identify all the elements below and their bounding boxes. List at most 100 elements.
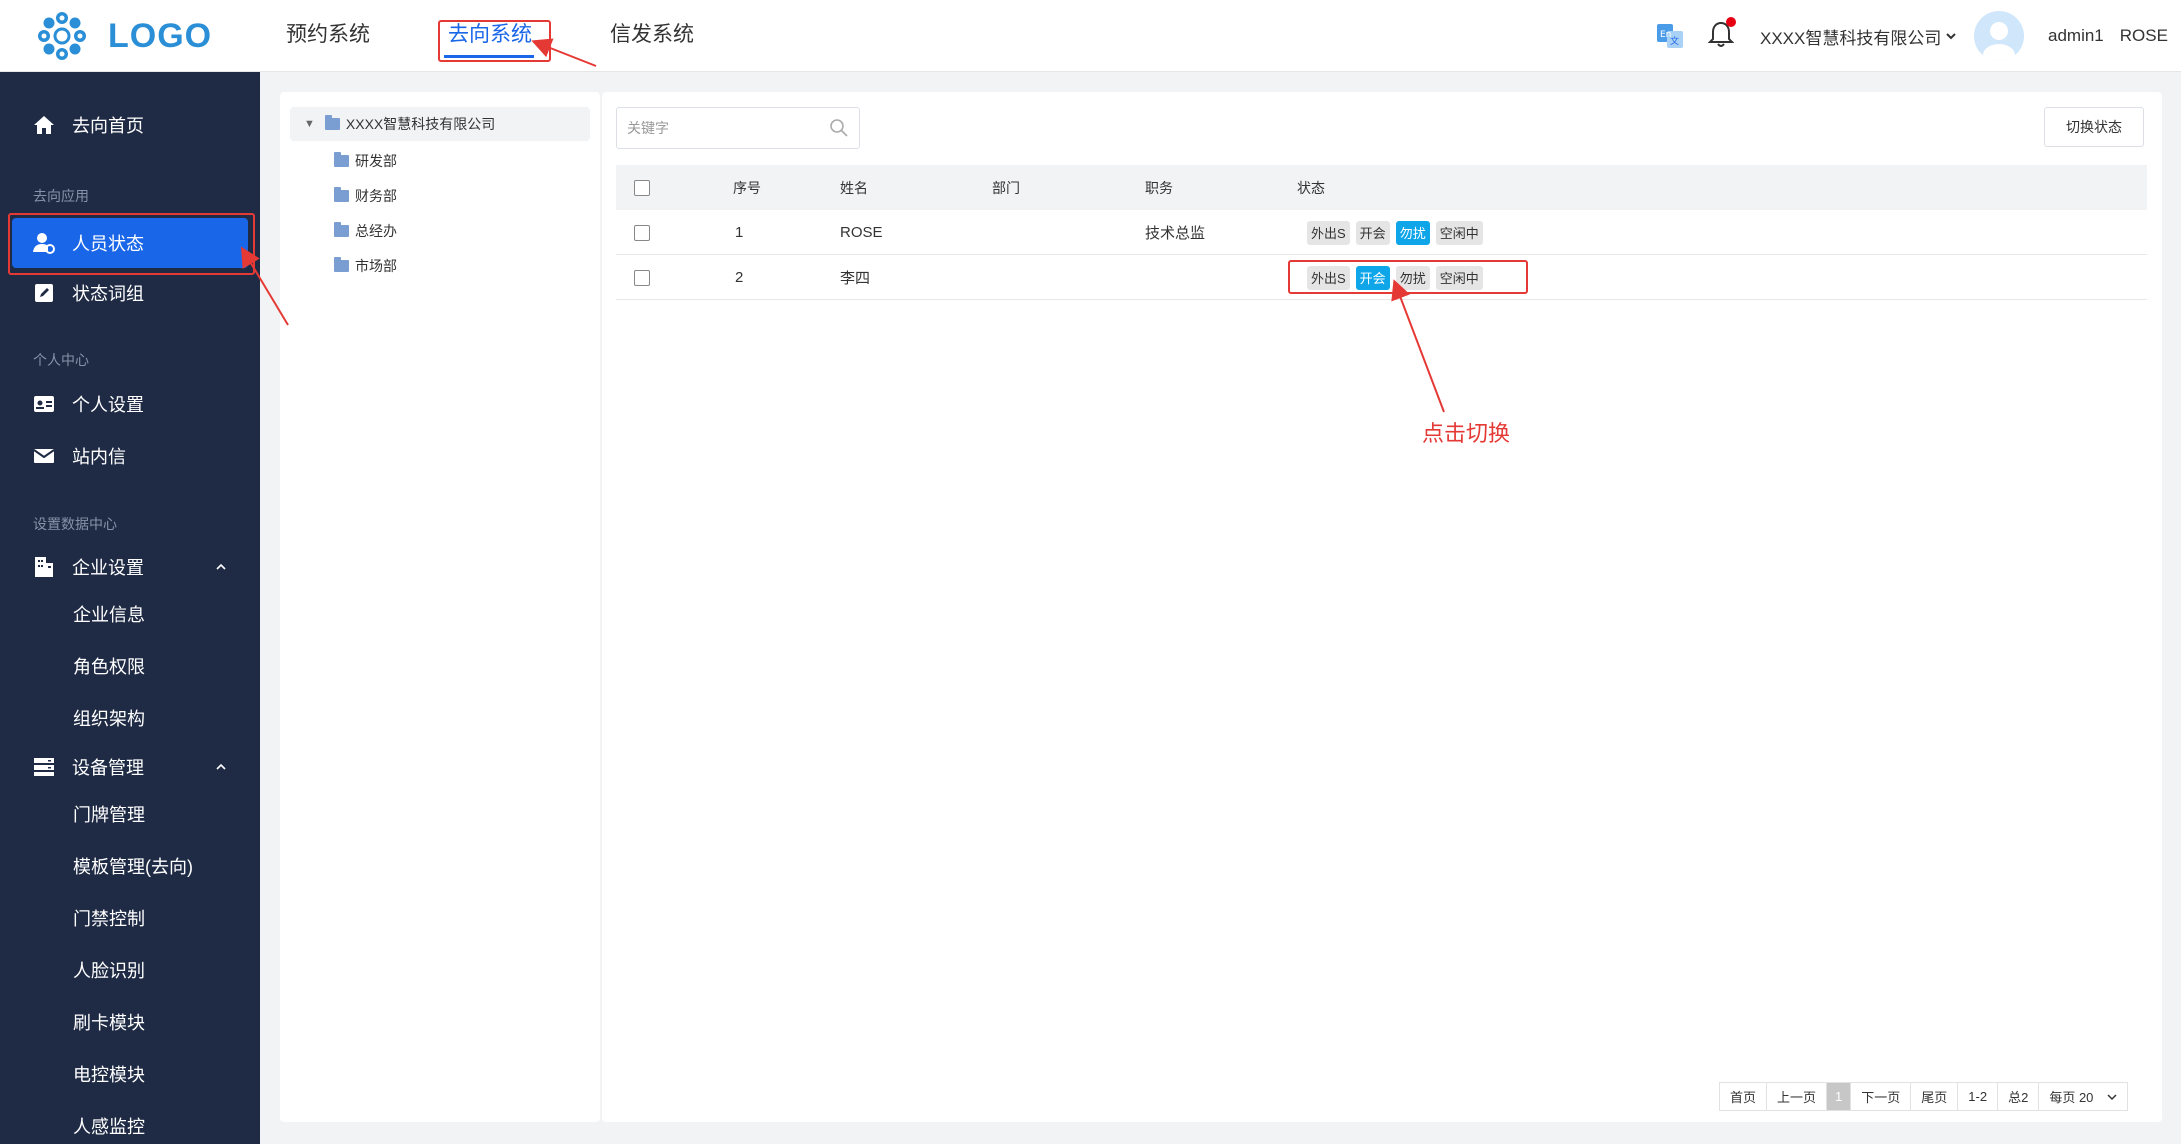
col-name: 姓名	[840, 179, 868, 196]
sidebar-group-app: 去向应用	[33, 188, 89, 204]
row-checkbox[interactable]	[634, 269, 650, 286]
bell-icon	[1707, 16, 1736, 53]
sidebar-item-person-status[interactable]: 人员状态	[12, 218, 248, 268]
row-index: 1	[735, 224, 744, 241]
chevron-up-icon	[216, 563, 226, 570]
row-title: 技术总监	[1145, 225, 1206, 242]
page-first[interactable]: 首页	[1720, 1083, 1768, 1110]
sidebar-subitem-org-structure[interactable]: 组织架构	[73, 705, 145, 731]
col-index: 序号	[733, 179, 761, 196]
building-icon	[32, 555, 56, 579]
per-page-select[interactable]: 每页 20	[2039, 1083, 2127, 1110]
tree-node-rd[interactable]: 研发部	[334, 151, 397, 171]
status-tag-out[interactable]: 外出S	[1307, 220, 1350, 245]
folder-icon	[334, 152, 349, 167]
sidebar-subitem-template[interactable]: 模板管理(去向)	[73, 853, 193, 879]
page-current[interactable]: 1	[1827, 1083, 1852, 1110]
table-row[interactable]: 1 ROSE 技术总监 外出S 开会 勿扰 空闲中	[616, 210, 2147, 255]
page-next[interactable]: 下一页	[1851, 1083, 1912, 1110]
sidebar-item-label: 企业设置	[72, 558, 144, 578]
table-header: 序号 姓名 部门 职务 状态	[616, 165, 2147, 210]
sidebar-item-label: 状态词组	[72, 284, 144, 304]
sidebar-item-device-mgmt[interactable]: 设备管理	[12, 742, 248, 792]
svg-text:文: 文	[1670, 35, 1679, 47]
search-input[interactable]	[627, 120, 817, 136]
logo-text: LOGO	[108, 16, 213, 55]
status-tag-out[interactable]: 外出S	[1307, 265, 1350, 290]
select-all-checkbox[interactable]	[634, 179, 650, 196]
status-tag-dnd[interactable]: 勿扰	[1395, 265, 1430, 290]
sidebar-subitem-access-control[interactable]: 门禁控制	[73, 905, 145, 931]
org-tree-panel: ▼ XXXX智慧科技有限公司 研发部 财务部 总经办 市场部	[280, 92, 600, 1122]
table-row[interactable]: 2 李四 外出S 开会 勿扰 空闲中	[616, 255, 2147, 300]
sidebar-item-enterprise-settings[interactable]: 企业设置	[12, 542, 248, 592]
search-icon[interactable]	[829, 118, 849, 138]
sidebar-item-status-words[interactable]: 状态词组	[12, 268, 248, 318]
caret-down-icon: ▼	[304, 118, 315, 130]
status-tag-dnd[interactable]: 勿扰	[1395, 220, 1430, 245]
tree-node-label: 总经办	[355, 223, 397, 239]
folder-icon	[324, 115, 340, 130]
folder-icon	[334, 257, 349, 272]
avatar	[1974, 11, 2024, 61]
nav-booking-system[interactable]: 预约系统	[286, 18, 370, 48]
chevron-down-icon	[1946, 33, 1957, 40]
folder-icon	[334, 187, 349, 202]
per-page-value: 每页 20	[2049, 1090, 2094, 1105]
status-tag-meeting[interactable]: 开会	[1355, 220, 1390, 245]
sidebar-item-label: 去向首页	[72, 116, 144, 136]
tree-node-label: 研发部	[355, 153, 397, 169]
top-header: LOGO 预约系统 去向系统 信发系统 En 文 XXXX智慧科技有限公司 ad…	[0, 0, 2181, 72]
sidebar-item-inbox[interactable]: 站内信	[12, 431, 248, 481]
nav-whereabouts-system[interactable]: 去向系统	[448, 18, 532, 48]
server-icon	[32, 755, 56, 779]
sidebar-group-personal: 个人中心	[33, 352, 89, 368]
toggle-status-button[interactable]: 切换状态	[2044, 107, 2144, 147]
logo[interactable]: LOGO	[36, 8, 212, 64]
sidebar-subitem-presence-monitor[interactable]: 人感监控	[73, 1113, 145, 1139]
sidebar-subitem-enterprise-info[interactable]: 企业信息	[73, 601, 145, 627]
avatar-button[interactable]	[1974, 0, 2024, 72]
status-tags: 外出S 开会 勿扰 空闲中	[1307, 210, 1489, 255]
sidebar-subitem-electric-module[interactable]: 电控模块	[73, 1061, 145, 1087]
translate-button[interactable]: En 文	[1656, 0, 1684, 72]
tree-node-label: 财务部	[355, 188, 397, 204]
col-dept: 部门	[992, 179, 1020, 196]
status-tag-free[interactable]: 空闲中	[1435, 265, 1483, 290]
row-name: 李四	[840, 270, 871, 287]
tree-node-finance[interactable]: 财务部	[334, 186, 397, 206]
row-checkbox[interactable]	[634, 224, 650, 241]
display-name: ROSE	[2119, 26, 2168, 45]
sidebar-item-label: 人员状态	[72, 234, 144, 254]
nav-signage-system[interactable]: 信发系统	[610, 18, 694, 48]
sidebar-subitem-doorplate[interactable]: 门牌管理	[73, 801, 145, 827]
sidebar-subitem-role-permissions[interactable]: 角色权限	[73, 653, 145, 679]
logo-icon	[38, 12, 86, 60]
status-tags: 外出S 开会 勿扰 空闲中	[1307, 255, 1489, 300]
company-selector[interactable]: XXXX智慧科技有限公司	[1760, 0, 1957, 72]
status-tag-free[interactable]: 空闲中	[1435, 220, 1483, 245]
sidebar-item-label: 设备管理	[72, 758, 144, 778]
sidebar-item-personal-settings[interactable]: 个人设置	[12, 379, 248, 429]
tree-node-gm-office[interactable]: 总经办	[334, 221, 397, 241]
sidebar-subitem-face-recognition[interactable]: 人脸识别	[73, 957, 145, 983]
page-prev[interactable]: 上一页	[1767, 1083, 1828, 1110]
tree-node-marketing[interactable]: 市场部	[334, 256, 397, 276]
user-status-icon	[32, 231, 56, 255]
folder-icon	[334, 222, 349, 237]
mail-icon	[32, 444, 56, 468]
sidebar-item-label: 个人设置	[72, 395, 144, 415]
nav-active-underline	[444, 55, 534, 58]
sidebar-subitem-card-module[interactable]: 刷卡模块	[73, 1009, 145, 1035]
search-box	[616, 107, 860, 149]
username: admin1	[2048, 26, 2104, 45]
pagination: 首页 上一页 1 下一页 尾页 1-2 总2 每页 20	[1719, 1082, 2129, 1111]
notification-button[interactable]	[1707, 0, 1736, 72]
sidebar-item-home[interactable]: 去向首页	[12, 100, 248, 150]
edit-icon	[32, 281, 56, 305]
status-tag-meeting[interactable]: 开会	[1355, 265, 1390, 290]
tree-root-node[interactable]: ▼ XXXX智慧科技有限公司	[290, 107, 590, 141]
user-menu[interactable]: admin1 ROSE	[2048, 0, 2168, 72]
page-last[interactable]: 尾页	[1911, 1083, 1959, 1110]
col-title: 职务	[1145, 179, 1173, 196]
